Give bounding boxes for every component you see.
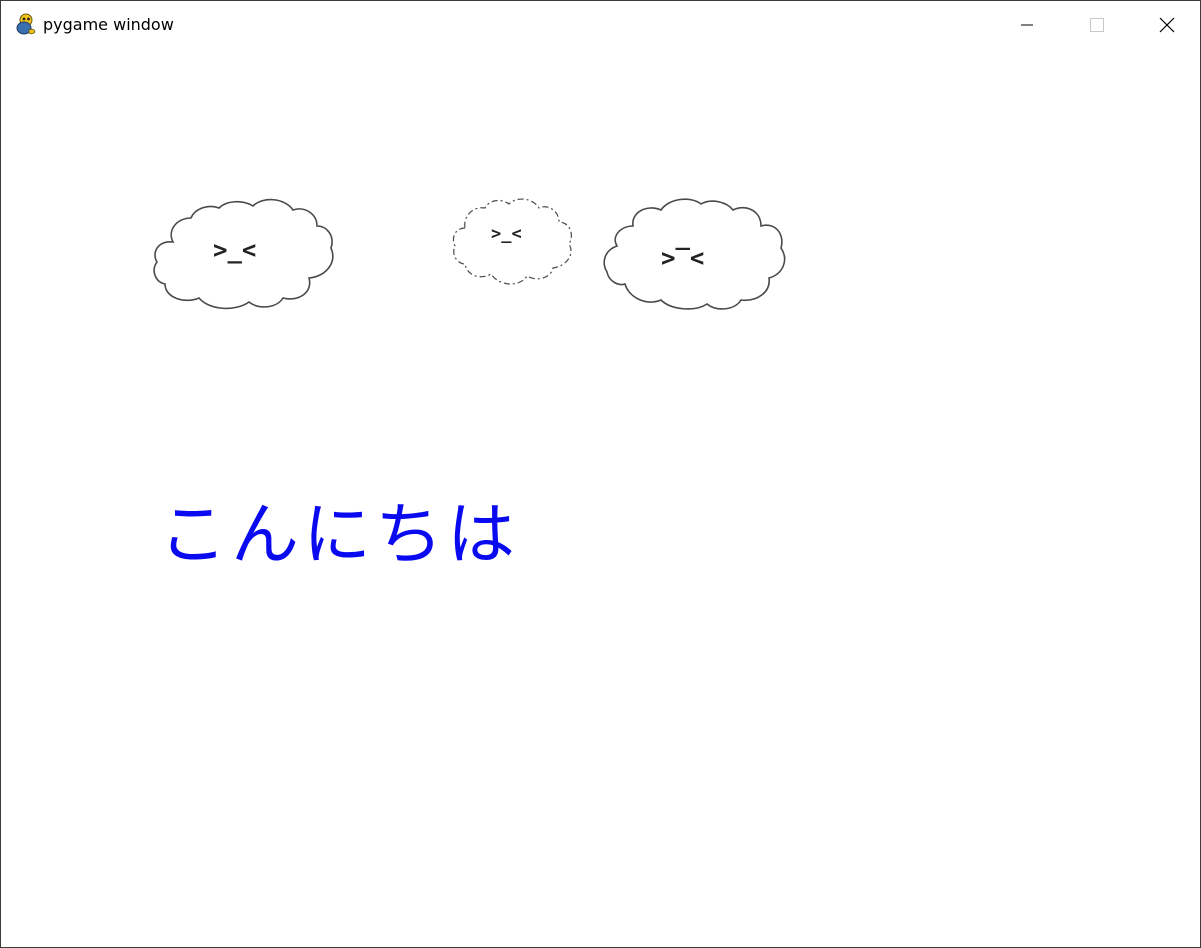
cloud-sprite: >_< [451, 196, 575, 290]
window-title: pygame window [43, 15, 174, 34]
game-canvas[interactable]: >_< >_< >‾< こんにちは [1, 48, 1200, 947]
minimize-icon [1021, 24, 1033, 25]
greeting-text: こんにちは [159, 496, 520, 575]
title-bar[interactable]: pygame window [1, 1, 1200, 48]
maximize-button[interactable] [1062, 1, 1132, 48]
cloud-sprite: >‾< [601, 198, 787, 316]
close-icon [1159, 17, 1175, 32]
cloud-face: >_< [213, 236, 257, 264]
maximize-icon [1090, 17, 1104, 32]
pygame-snake-icon [16, 13, 36, 35]
cloud-face: >_< [491, 224, 522, 244]
close-button[interactable] [1132, 1, 1200, 48]
cloud-sprite: >_< [151, 196, 337, 314]
pygame-window: pygame window >_< >_< >‾< こんにちは [0, 0, 1201, 948]
minimize-button[interactable] [992, 1, 1062, 48]
cloud-face: >‾< [661, 244, 705, 272]
